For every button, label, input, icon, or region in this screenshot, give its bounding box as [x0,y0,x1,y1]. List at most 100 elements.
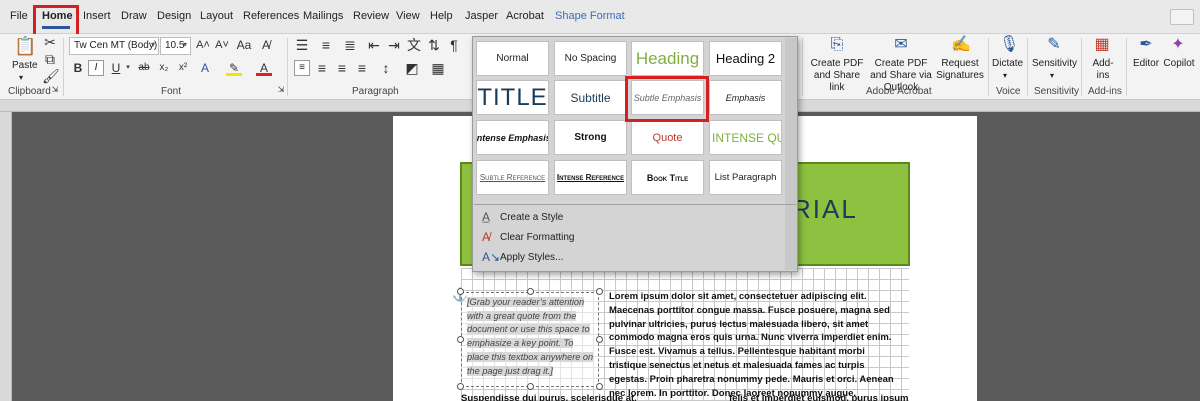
group-separator [63,38,64,96]
align-left-icon[interactable]: ≡ [294,60,310,76]
paste-dropdown-icon[interactable]: ▾ [19,72,23,84]
tab-design[interactable]: Design [157,10,191,22]
font-size-combo[interactable]: 10.5 ▾ [160,37,191,55]
tab-references[interactable]: References [243,10,299,22]
style-book-title[interactable]: Book Title [631,160,704,195]
clear-formatting-icon[interactable]: A̸ [258,37,274,53]
tab-review[interactable]: Review [353,10,389,22]
style-intense-emphasis[interactable]: Intense Emphasis [476,120,549,155]
increase-indent-icon[interactable]: ⇥ [386,37,402,53]
style-heading[interactable]: Heading [631,41,704,76]
cut-icon[interactable]: ✂ [42,34,58,50]
style-strong[interactable]: Strong [554,120,627,155]
tab-jasper[interactable]: Jasper [465,10,498,22]
italic-icon[interactable]: I [88,60,104,76]
decrease-indent-icon[interactable]: ⇤ [366,37,382,53]
comments-button[interactable] [1170,9,1194,25]
editor-button[interactable]: Editor [1131,58,1161,70]
multilevel-list-icon[interactable]: ≣ [342,37,358,53]
request-signatures-icon[interactable]: ✍ [951,37,971,53]
resize-handle[interactable] [527,288,534,295]
align-center-icon[interactable]: ≡ [314,60,330,76]
style-no-spacing[interactable]: No Spacing [554,41,627,76]
group-separator [287,38,288,96]
paste-icon[interactable]: 📋 [14,37,36,60]
tab-file[interactable]: File [10,10,28,22]
resize-handle[interactable] [596,336,603,343]
subscript-icon[interactable]: x₂ [156,60,172,76]
add-ins-icon[interactable]: ▦ [1094,37,1110,53]
copilot-icon[interactable]: ✦ [1170,37,1186,53]
format-painter-icon[interactable]: 🖌 [42,68,60,84]
copilot-button[interactable]: Copilot [1162,58,1196,70]
style-normal[interactable]: Normal [476,41,549,76]
tab-view[interactable]: View [396,10,420,22]
bold-icon[interactable]: B [70,60,86,76]
tab-draw[interactable]: Draw [121,10,147,22]
tab-insert[interactable]: Insert [83,10,111,22]
apply-styles-icon: A↘ [482,250,501,264]
tab-help[interactable]: Help [430,10,453,22]
grow-font-icon[interactable]: A˄ [195,37,211,53]
pdf-link-icon[interactable]: ⎘ [829,37,845,53]
editor-icon[interactable]: ✒ [1138,37,1154,53]
dictate-button[interactable]: Dictate [992,58,1023,70]
resize-handle[interactable] [527,383,534,390]
numbering-icon[interactable]: ≡ [318,37,334,53]
highlight-color-icon[interactable]: ✎ [226,60,242,76]
microphone-icon[interactable]: 🎙 [999,37,1019,53]
tab-acrobat[interactable]: Acrobat [506,10,544,22]
style-subtle-reference[interactable]: Subtle Reference [476,160,549,195]
apply-styles-menu-item[interactable]: Apply Styles... [500,252,563,263]
tab-layout[interactable]: Layout [200,10,233,22]
resize-handle[interactable] [457,288,464,295]
shrink-font-icon[interactable]: A˅ [214,37,230,53]
style-intense-quote[interactable]: INTENSE QU [709,120,782,155]
chevron-down-icon[interactable]: ▾ [1003,70,1007,82]
create-a-style-menu-item[interactable]: Create a Style [500,212,563,223]
text-effects-icon[interactable]: A [197,60,213,76]
style-title[interactable]: TITLE [476,80,549,115]
dialog-launcher-icon[interactable]: ⇲ [277,86,285,94]
style-quote[interactable]: Quote [631,120,704,155]
shading-icon[interactable]: ◩ [404,60,420,76]
create-pdf-share-link-button[interactable]: Create PDF and Share link [808,58,866,94]
paste-button[interactable]: Paste [12,60,38,72]
show-formatting-icon[interactable]: ¶ [446,37,462,53]
change-case-icon[interactable]: Aa [236,37,252,53]
resize-handle[interactable] [596,288,603,295]
font-color-icon[interactable]: A [256,60,272,76]
borders-icon[interactable]: ▦ [430,60,446,76]
chevron-down-icon[interactable]: ▾ [1050,70,1054,82]
bullets-icon[interactable]: ☰ [294,37,310,53]
sort-icon[interactable]: ⇅ [426,37,442,53]
gallery-divider [474,204,796,205]
sensitivity-icon[interactable]: ✎ [1046,37,1062,53]
tab-mailings[interactable]: Mailings [303,10,343,22]
gallery-scrollbar[interactable] [785,38,797,270]
chinese-layout-icon[interactable]: 文 [406,37,422,53]
sensitivity-button[interactable]: Sensitivity [1032,58,1077,70]
align-right-icon[interactable]: ≡ [334,60,350,76]
style-intense-reference[interactable]: Intense Reference [554,160,627,195]
resize-handle[interactable] [457,383,464,390]
pdf-outlook-icon[interactable]: ✉ [893,37,909,53]
style-heading-2[interactable]: Heading 2 [709,41,782,76]
line-spacing-icon[interactable]: ↕ [378,60,394,76]
copy-icon[interactable]: ⧉ [42,51,58,67]
resize-handle[interactable] [457,336,464,343]
style-emphasis[interactable]: Emphasis [709,80,782,115]
font-name-combo[interactable]: Tw Cen MT (Body) ▾ [69,37,159,55]
superscript-icon[interactable]: x² [175,60,191,76]
justify-icon[interactable]: ≡ [354,60,370,76]
style-list-paragraph[interactable]: List Paragraph [709,160,782,195]
tab-shape-format[interactable]: Shape Format [555,10,625,22]
chevron-down-icon[interactable]: ▾ [120,60,136,76]
resize-handle[interactable] [596,383,603,390]
request-signatures-button[interactable]: Request Signatures [936,58,984,82]
strikethrough-icon[interactable]: ab [136,60,152,76]
style-subtitle[interactable]: Subtitle [554,80,627,115]
add-ins-button[interactable]: Add-ins [1087,58,1119,82]
clear-formatting-menu-item[interactable]: Clear Formatting [500,232,574,243]
dialog-launcher-icon[interactable]: ⇲ [51,86,59,94]
